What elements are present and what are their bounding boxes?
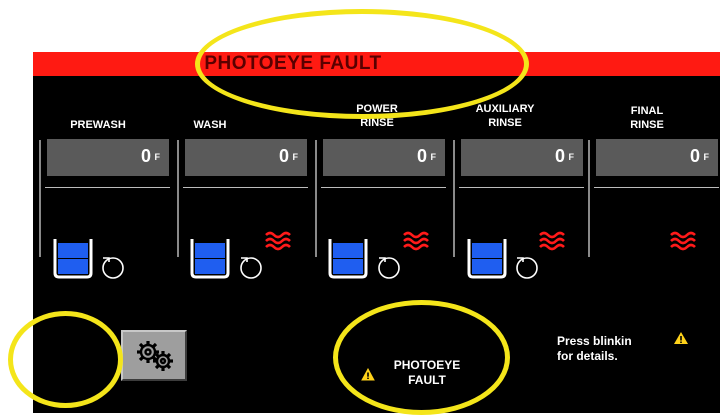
temp-unit: F [292, 152, 299, 162]
temp-value: 0 [140, 146, 151, 166]
heater-waves-icon [670, 231, 696, 251]
highlight-ellipse [195, 9, 529, 119]
temp-value: 0 [689, 146, 700, 166]
highlight-ellipse [8, 311, 123, 408]
tank-icon[interactable] [328, 237, 368, 279]
pump-icon[interactable] [375, 253, 402, 280]
temp-value: 0 [278, 146, 289, 166]
pump-icon[interactable] [237, 253, 264, 280]
details-hint: Press blinkin for details. [557, 334, 717, 364]
tank-icon[interactable] [190, 237, 230, 279]
gears-icon [137, 341, 173, 371]
temp-unit: F [703, 152, 710, 162]
temp-value: 0 [554, 146, 565, 166]
divider [594, 187, 719, 188]
temp-unit: F [430, 152, 437, 162]
divider [459, 187, 584, 188]
separator [453, 140, 455, 257]
details-line-1: Press blinkin [557, 334, 632, 348]
divider [183, 187, 308, 188]
details-line-2: for details. [557, 349, 618, 363]
divider [321, 187, 446, 188]
temp-display-power-rinse[interactable]: 0 F [323, 139, 445, 176]
station-label-auxiliary-rinse: AUXILIARY RINSE [475, 103, 535, 129]
station-label-final-rinse: FINAL RINSE [630, 105, 664, 131]
station-label-wash: WASH [193, 119, 227, 131]
temp-unit: F [568, 152, 575, 162]
heater-waves-icon [403, 231, 429, 251]
tank-icon[interactable] [467, 237, 507, 279]
pump-icon[interactable] [99, 253, 126, 280]
temp-display-auxiliary-rinse[interactable]: 0 F [461, 139, 583, 176]
warning-triangle-icon[interactable] [673, 331, 689, 345]
heater-waves-icon [539, 231, 565, 251]
tank-icon[interactable] [53, 237, 93, 279]
separator [39, 140, 41, 257]
separator [588, 140, 590, 257]
temp-display-wash[interactable]: 0 F [185, 139, 307, 176]
station-label-prewash: PREWASH [70, 119, 126, 131]
separator [315, 140, 317, 257]
temp-display-prewash[interactable]: 0 F [47, 139, 169, 176]
settings-button[interactable] [121, 330, 187, 381]
separator [177, 140, 179, 257]
pump-icon[interactable] [513, 253, 540, 280]
temp-unit: F [154, 152, 161, 162]
divider [45, 187, 170, 188]
highlight-ellipse [333, 300, 510, 415]
temp-value: 0 [416, 146, 427, 166]
heater-waves-icon [265, 231, 291, 251]
temp-display-final-rinse[interactable]: 0 F [596, 139, 718, 176]
